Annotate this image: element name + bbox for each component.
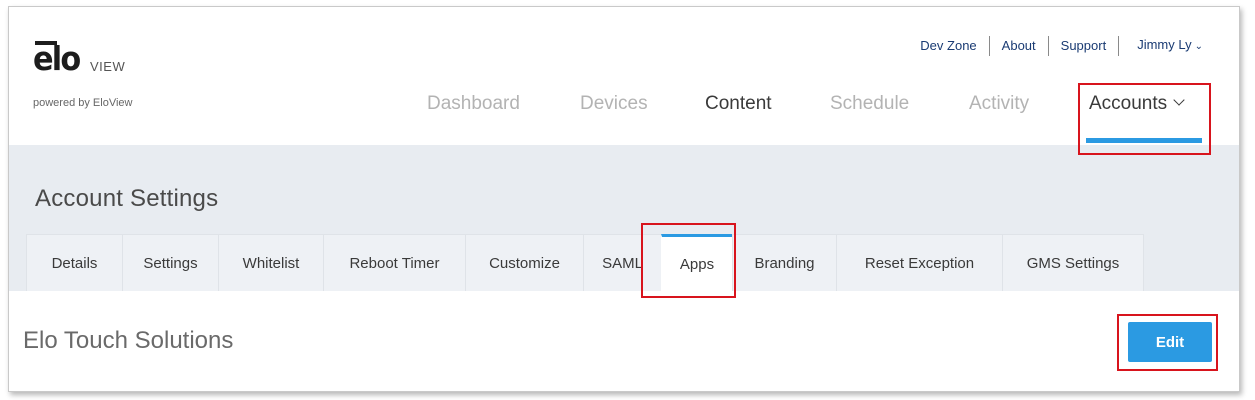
user-name: Jimmy Ly	[1137, 37, 1192, 52]
chevron-down-icon: ⌄	[1194, 41, 1203, 52]
nav-schedule[interactable]: Schedule	[830, 93, 909, 115]
page-title: Account Settings	[35, 185, 219, 212]
account-content: Elo Touch Solutions Edit	[9, 291, 1239, 391]
header: elo VIEW powered by EloView Dev Zone Abo…	[9, 7, 1239, 145]
tab-branding[interactable]: Branding	[732, 234, 837, 291]
tab-apps[interactable]: Apps	[661, 234, 733, 291]
nav-accounts-label: Accounts	[1089, 93, 1168, 114]
account-settings-panel: Account Settings Details Settings Whitel…	[9, 145, 1239, 291]
main-nav: Dashboard Devices Content Schedule Activ…	[9, 93, 1239, 123]
tab-settings[interactable]: Settings	[122, 234, 219, 291]
tab-gms-settings[interactable]: GMS Settings	[1002, 234, 1144, 291]
active-nav-indicator	[1086, 138, 1202, 143]
nav-content[interactable]: Content	[705, 93, 772, 115]
logo-suffix: VIEW	[90, 59, 126, 74]
nav-devices[interactable]: Devices	[580, 93, 648, 115]
organization-name: Elo Touch Solutions	[23, 327, 234, 354]
chevron-down-icon	[1173, 94, 1185, 106]
tab-details[interactable]: Details	[26, 234, 123, 291]
settings-tabs: Details Settings Whitelist Reboot Timer …	[26, 234, 1144, 291]
nav-activity[interactable]: Activity	[969, 93, 1029, 115]
nav-dashboard[interactable]: Dashboard	[427, 93, 520, 115]
logo-word: elo	[33, 39, 81, 78]
dev-zone-link[interactable]: Dev Zone	[908, 36, 988, 56]
tab-whitelist[interactable]: Whitelist	[218, 234, 324, 291]
tab-saml[interactable]: SAML	[583, 234, 662, 291]
tab-reboot-timer[interactable]: Reboot Timer	[323, 234, 466, 291]
about-link[interactable]: About	[990, 36, 1048, 56]
nav-accounts[interactable]: Accounts	[1089, 93, 1185, 115]
tab-customize[interactable]: Customize	[465, 234, 584, 291]
app-window: elo VIEW powered by EloView Dev Zone Abo…	[8, 6, 1240, 392]
edit-button[interactable]: Edit	[1128, 322, 1212, 362]
user-menu[interactable]: Jimmy Ly ⌄	[1119, 35, 1203, 57]
utility-nav: Dev Zone About Support Jimmy Ly ⌄	[908, 35, 1203, 57]
tab-reset-exception[interactable]: Reset Exception	[836, 234, 1003, 291]
support-link[interactable]: Support	[1049, 36, 1119, 56]
